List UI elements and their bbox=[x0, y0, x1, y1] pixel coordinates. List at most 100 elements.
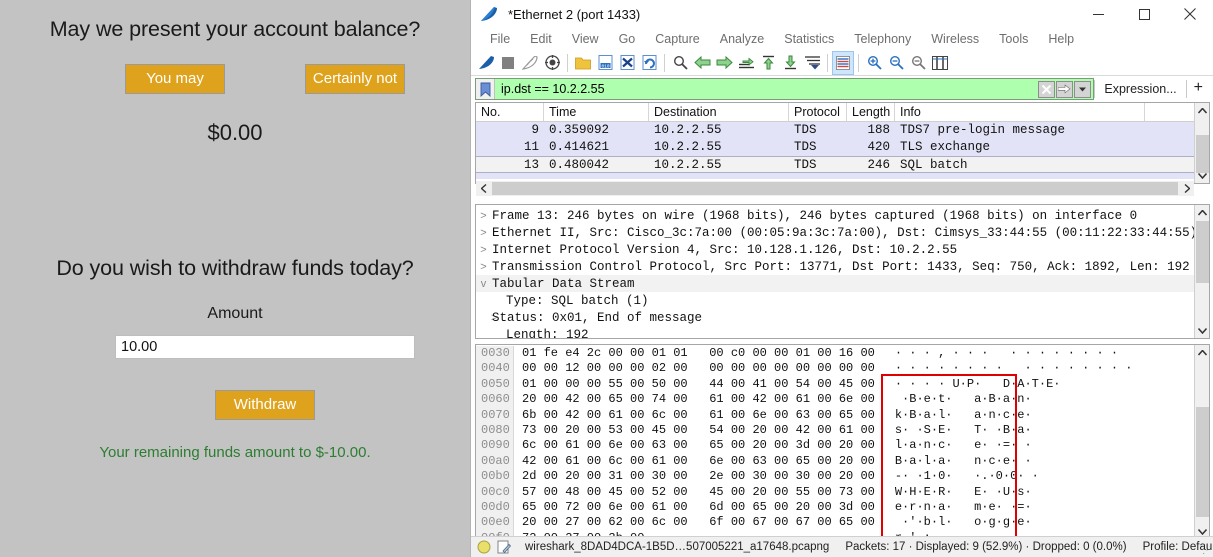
chevron-right-icon[interactable]: > bbox=[476, 261, 491, 273]
menu-go[interactable]: Go bbox=[609, 28, 646, 50]
start-capture-icon[interactable] bbox=[475, 51, 497, 75]
hex-bytes-row[interactable]: 42 00 61 00 6c 00 61 00 6e 00 63 00 65 0… bbox=[522, 454, 875, 469]
hex-bytes-row[interactable]: 00 00 12 00 00 00 02 00 00 00 00 00 00 0… bbox=[522, 361, 875, 376]
detail-row-frame[interactable]: > Frame 13: 246 bytes on wire (1968 bits… bbox=[476, 207, 1194, 224]
hex-bytes-row[interactable]: 6b 00 42 00 61 00 6c 00 61 00 6e 00 63 0… bbox=[522, 408, 875, 423]
detail-row-tcp[interactable]: > Transmission Control Protocol, Src Por… bbox=[476, 258, 1194, 275]
add-filter-button[interactable]: + bbox=[1187, 78, 1210, 100]
hscrollbar-thumb[interactable] bbox=[492, 182, 1178, 195]
detail-row-ipv4[interactable]: > Internet Protocol Version 4, Src: 10.1… bbox=[476, 241, 1194, 258]
go-first-packet-icon[interactable] bbox=[757, 51, 779, 75]
clear-filter-icon[interactable] bbox=[1038, 80, 1056, 98]
hex-bytes-row[interactable]: 6c 00 61 00 6e 00 63 00 65 00 20 00 3d 0… bbox=[522, 438, 875, 453]
scroll-down-icon[interactable] bbox=[1195, 168, 1209, 183]
resize-grip-icon[interactable]: ⋰ bbox=[1202, 545, 1212, 556]
menu-capture[interactable]: Capture bbox=[645, 28, 709, 50]
maximize-icon[interactable] bbox=[1121, 0, 1167, 28]
menu-edit[interactable]: Edit bbox=[520, 28, 562, 50]
apply-filter-icon[interactable] bbox=[1056, 80, 1074, 98]
column-header-destination[interactable]: Destination bbox=[649, 103, 789, 121]
packet-bytes-scrollbar[interactable] bbox=[1194, 345, 1209, 539]
scroll-left-icon[interactable] bbox=[476, 184, 491, 193]
chevron-right-icon[interactable]: > bbox=[476, 244, 491, 256]
hex-ascii-row[interactable]: B·a·l·a· n·c·e· · bbox=[895, 454, 1133, 469]
zoom-reset-icon[interactable] bbox=[907, 51, 929, 75]
scroll-right-icon[interactable] bbox=[1179, 184, 1194, 193]
hex-bytes-row[interactable]: 2d 00 20 00 31 00 30 00 2e 00 30 00 30 0… bbox=[522, 469, 875, 484]
open-file-icon[interactable] bbox=[572, 51, 594, 75]
hex-bytes-row[interactable]: 65 00 72 00 6e 00 61 00 6d 00 65 00 20 0… bbox=[522, 500, 875, 515]
detail-row-type[interactable]: Type: SQL batch (1) bbox=[476, 292, 1194, 309]
colorize-icon[interactable] bbox=[832, 50, 854, 75]
go-back-icon[interactable] bbox=[691, 51, 713, 75]
hex-ascii-row[interactable]: W·H·E·R· E· ·U·s· bbox=[895, 485, 1133, 500]
table-row-selected[interactable]: 13 0.480042 10.2.2.55 TDS 246 SQL batch bbox=[476, 156, 1194, 173]
hex-dump[interactable]: 0030 0040 0050 0060 0070 0080 0090 00a0 … bbox=[476, 345, 1194, 539]
menu-tools[interactable]: Tools bbox=[989, 28, 1038, 50]
column-header-protocol[interactable]: Protocol bbox=[789, 103, 847, 121]
restart-capture-icon[interactable] bbox=[519, 51, 541, 75]
column-header-info[interactable]: Info bbox=[895, 103, 1145, 121]
menu-file[interactable]: File bbox=[480, 28, 520, 50]
save-file-icon[interactable]: 010 bbox=[594, 51, 616, 75]
find-packet-icon[interactable] bbox=[669, 51, 691, 75]
hex-ascii-row[interactable]: · · · · U·P· D·A·T·E· bbox=[895, 377, 1133, 392]
amount-input[interactable] bbox=[115, 335, 415, 359]
hex-bytes-row[interactable]: 20 00 42 00 65 00 74 00 61 00 42 00 61 0… bbox=[522, 392, 875, 407]
hex-ascii-row[interactable]: · · · · · · · · · · · · · · · · bbox=[895, 361, 1133, 376]
hex-bytes-row[interactable]: 01 00 00 00 55 00 50 00 44 00 41 00 54 0… bbox=[522, 377, 875, 392]
hex-ascii-row[interactable]: l·a·n·c· e· ·=· · bbox=[895, 438, 1133, 453]
chevron-down-icon[interactable] bbox=[1074, 80, 1092, 98]
close-icon[interactable] bbox=[1167, 0, 1213, 28]
edit-comment-icon[interactable] bbox=[497, 540, 511, 554]
scroll-up-icon[interactable] bbox=[1195, 103, 1209, 118]
scrollbar-thumb[interactable] bbox=[1196, 221, 1209, 283]
chevron-right-icon[interactable]: > bbox=[476, 227, 491, 239]
certainly-not-button[interactable]: Certainly not bbox=[305, 64, 405, 94]
resize-columns-icon[interactable] bbox=[929, 51, 951, 75]
display-filter-value[interactable]: ip.dst == 10.2.2.55 bbox=[495, 82, 1038, 96]
scroll-up-icon[interactable] bbox=[1195, 345, 1209, 360]
hex-ascii-row[interactable]: · · · , · · · · · · · · · · · bbox=[895, 346, 1133, 361]
packet-list-horizontal-scrollbar[interactable] bbox=[476, 181, 1194, 196]
hex-bytes-row[interactable]: 01 fe e4 2c 00 00 01 01 00 c0 00 00 01 0… bbox=[522, 346, 875, 361]
bookmark-icon[interactable] bbox=[476, 79, 495, 99]
table-row[interactable]: 11 0.414621 10.2.2.55 TDS 420 TLS exchan… bbox=[476, 139, 1194, 156]
column-header-time[interactable]: Time bbox=[544, 103, 649, 121]
column-header-no[interactable]: No. bbox=[476, 103, 544, 121]
hex-ascii-row[interactable]: ·'·b·l· o·g·g·e· bbox=[895, 515, 1133, 530]
table-row-partial[interactable] bbox=[476, 173, 1194, 179]
hex-ascii-row[interactable]: -· ·1·0· ·.·0·0· · bbox=[895, 469, 1133, 484]
table-row[interactable]: 9 0.359092 10.2.2.55 TDS 188 TDS7 pre-lo… bbox=[476, 122, 1194, 139]
withdraw-button[interactable]: Withdraw bbox=[215, 390, 315, 420]
zoom-out-icon[interactable] bbox=[885, 51, 907, 75]
packet-details-scrollbar[interactable] bbox=[1194, 205, 1209, 338]
hex-bytes-row[interactable]: 73 00 20 00 53 00 45 00 54 00 20 00 42 0… bbox=[522, 423, 875, 438]
reload-file-icon[interactable] bbox=[638, 51, 660, 75]
detail-row-tds[interactable]: v Tabular Data Stream bbox=[476, 275, 1194, 292]
capture-options-icon[interactable] bbox=[541, 51, 563, 75]
hex-ascii-row[interactable]: s· ·S·E· T· ·B·a· bbox=[895, 423, 1133, 438]
menu-view[interactable]: View bbox=[562, 28, 609, 50]
hex-ascii-row[interactable]: k·B·a·l· a·n·c·e· bbox=[895, 408, 1133, 423]
hex-ascii-row[interactable]: ·B·e·t· a·B·a·n· bbox=[895, 392, 1133, 407]
you-may-button[interactable]: You may bbox=[125, 64, 225, 94]
display-filter-input-wrap[interactable]: ip.dst == 10.2.2.55 bbox=[475, 78, 1095, 100]
go-to-packet-icon[interactable] bbox=[735, 51, 757, 75]
chevron-right-icon[interactable]: > bbox=[476, 210, 491, 222]
menu-analyze[interactable]: Analyze bbox=[710, 28, 774, 50]
hex-bytes-row[interactable]: 20 00 27 00 62 00 6c 00 6f 00 67 00 67 0… bbox=[522, 515, 875, 530]
menu-statistics[interactable]: Statistics bbox=[774, 28, 844, 50]
filter-expression-button[interactable]: Expression... bbox=[1095, 78, 1185, 100]
packet-list-vertical-scrollbar[interactable] bbox=[1194, 103, 1209, 183]
auto-scroll-icon[interactable] bbox=[801, 51, 823, 75]
capture-status-icon[interactable] bbox=[477, 540, 491, 554]
column-header-length[interactable]: Length bbox=[847, 103, 895, 121]
hex-ascii-row[interactable]: e·r·n·a· m·e· ·=· bbox=[895, 500, 1133, 515]
scroll-down-icon[interactable] bbox=[1195, 323, 1209, 338]
menu-help[interactable]: Help bbox=[1038, 28, 1084, 50]
scrollbar-thumb[interactable] bbox=[1196, 407, 1209, 517]
go-last-packet-icon[interactable] bbox=[779, 51, 801, 75]
go-forward-icon[interactable] bbox=[713, 51, 735, 75]
menu-telephony[interactable]: Telephony bbox=[844, 28, 921, 50]
